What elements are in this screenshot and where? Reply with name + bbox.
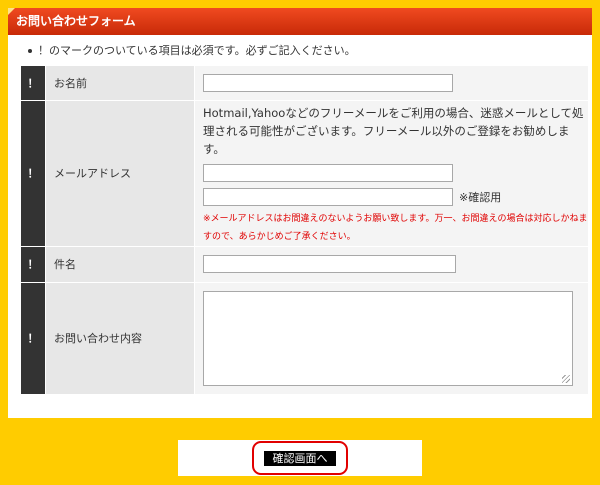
- email-confirm-label: ※確認用: [459, 190, 502, 204]
- name-input[interactable]: [203, 73, 453, 92]
- form-row-message: ！ お問い合わせ内容: [21, 282, 588, 395]
- field-label-name: お名前: [45, 66, 195, 101]
- button-highlight-outline: 確認画面へ: [252, 441, 348, 475]
- form-row-email: ！ メールアドレス Hotmail,Yahooなどのフリーメールをご利用の場合、…: [21, 100, 588, 247]
- confirm-button[interactable]: 確認画面へ: [264, 451, 336, 466]
- button-bar: 確認画面へ: [178, 440, 422, 476]
- required-mark: ！: [21, 282, 46, 395]
- required-notice-text: ！のマークのついている項目は必須です。必ずご記入ください。: [38, 44, 356, 57]
- field-cell-message: [194, 282, 588, 395]
- form-row-name: ！ お名前: [21, 66, 588, 101]
- field-label-email: メールアドレス: [45, 100, 195, 247]
- form-header: お問い合わせフォーム: [8, 8, 592, 35]
- email-input[interactable]: [203, 163, 453, 182]
- free-mail-note: Hotmail,Yahooなどのフリーメールをご利用の場合、迷惑メールとして処理…: [203, 105, 584, 156]
- resize-grip-icon[interactable]: [562, 374, 570, 383]
- subject-input[interactable]: [203, 255, 456, 273]
- contact-form-table: ！ お名前 ！ メールアドレス Hotmail,Yahooなどのフリーメールをご…: [21, 66, 588, 395]
- field-cell-name: [194, 66, 588, 101]
- required-mark: ！: [21, 246, 46, 283]
- bullet-icon: [28, 49, 32, 53]
- header-corner-decoration: [8, 8, 15, 15]
- form-row-subject: ！ 件名: [21, 246, 588, 283]
- message-textarea[interactable]: [203, 290, 573, 386]
- form-panel: お問い合わせフォーム ！のマークのついている項目は必須です。必ずご記入ください。…: [8, 8, 592, 418]
- email-confirm-row: ※確認用: [203, 187, 588, 206]
- message-textarea-wrap: [203, 290, 573, 386]
- email-confirm-input[interactable]: [203, 187, 453, 206]
- field-cell-subject: [194, 246, 588, 283]
- field-label-subject: 件名: [45, 246, 195, 283]
- field-label-message: お問い合わせ内容: [45, 282, 195, 395]
- required-mark: ！: [21, 66, 46, 101]
- field-cell-email: Hotmail,Yahooなどのフリーメールをご利用の場合、迷惑メールとして処理…: [194, 100, 588, 247]
- required-mark: ！: [21, 100, 46, 247]
- form-title: お問い合わせフォーム: [16, 14, 136, 28]
- email-warning-text: ※メールアドレスはお間違えのないようお願い致します。万一、お間違えの場合は対応し…: [203, 213, 588, 242]
- required-notice: ！のマークのついている項目は必須です。必ずご記入ください。: [28, 42, 356, 58]
